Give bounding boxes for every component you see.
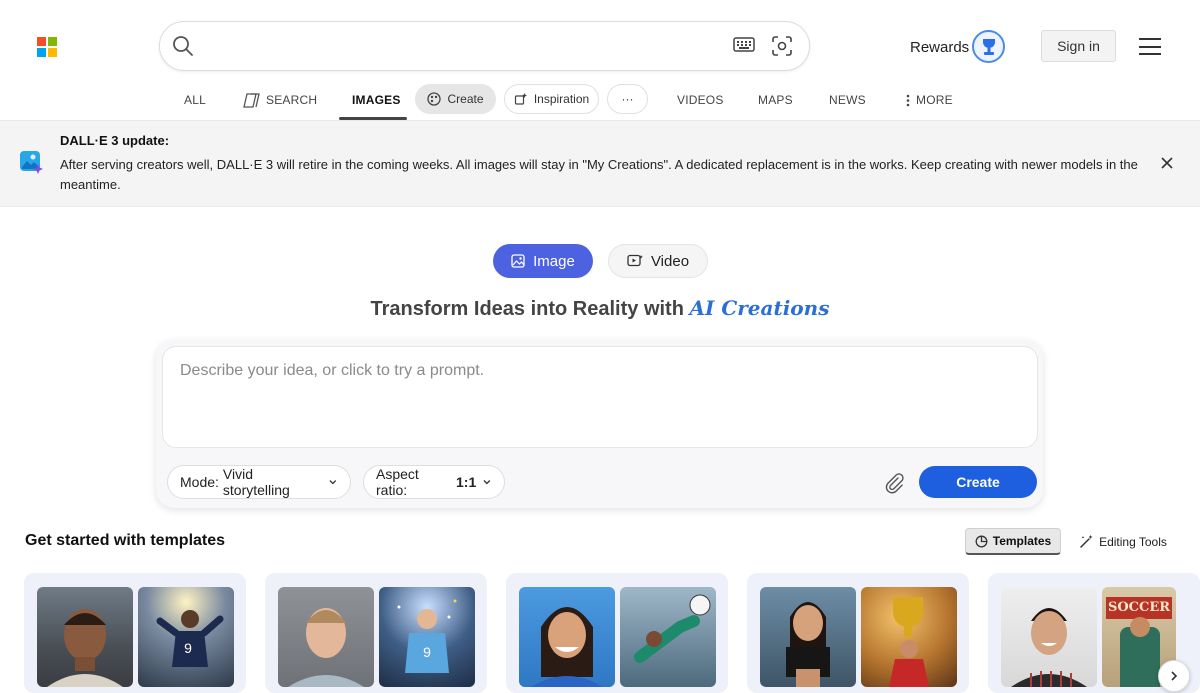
tab-inspiration-label: Inspiration — [533, 92, 590, 106]
logo-yellow-square — [48, 48, 57, 57]
chevron-down-icon — [329, 480, 337, 485]
sign-in-button[interactable]: Sign in — [1041, 30, 1116, 62]
template-thumbnail-athlete — [760, 587, 856, 687]
svg-text:9: 9 — [423, 644, 431, 660]
template-thumbnail-soccer-player: 9 — [138, 587, 234, 687]
trophy-illustration — [889, 597, 929, 687]
template-thumbnail-soccer-player: 9 — [379, 587, 475, 687]
logo-blue-square — [37, 48, 46, 57]
tab-images[interactable]: IMAGES — [352, 92, 401, 108]
templates-button[interactable]: Templates — [965, 528, 1061, 555]
portrait-illustration — [47, 609, 123, 687]
template-thumbnail-portrait — [278, 587, 374, 687]
inspiration-icon — [514, 93, 527, 105]
logo-red-square — [37, 37, 46, 46]
create-button[interactable]: Create — [919, 466, 1037, 498]
copilot-search-icon — [243, 92, 260, 108]
tab-inspiration[interactable]: Inspiration — [504, 84, 599, 114]
portrait-illustration — [288, 608, 364, 687]
visual-search-icon[interactable] — [771, 35, 793, 57]
image-mode-label: Image — [533, 252, 575, 270]
portrait-illustration — [531, 607, 603, 687]
more-options-button[interactable]: ··· — [607, 84, 648, 114]
chevron-down-icon — [483, 480, 491, 485]
mode-label: Mode: — [180, 474, 219, 490]
templates-heading: Get started with templates — [25, 532, 226, 549]
poster-sign: SOCCER — [1106, 597, 1172, 619]
more-dots-icon: ··· — [621, 92, 634, 106]
banner-text: After serving creators well, DALL·E 3 wi… — [60, 157, 1138, 192]
keyboard-icon[interactable] — [733, 36, 755, 54]
headline-main: Transform Ideas into Reality with — [370, 298, 690, 320]
mode-dropdown[interactable]: Mode: Vivid storytelling — [167, 465, 351, 499]
tab-create-label: Create — [447, 92, 484, 106]
tab-images-label: IMAGES — [352, 93, 401, 107]
banner-title: DALL·E 3 update: — [60, 133, 170, 148]
tab-more-label: MORE — [916, 93, 953, 107]
svg-text:9: 9 — [184, 640, 192, 656]
search-input[interactable] — [205, 33, 715, 59]
template-thumbnail-trophy — [861, 587, 957, 687]
editing-tools-label: Editing Tools — [1099, 534, 1167, 549]
template-thumbnail-portrait — [519, 587, 615, 687]
aspect-ratio-dropdown[interactable]: Aspect ratio: 1:1 — [363, 465, 505, 499]
vertical-dots-icon — [906, 94, 910, 106]
magic-wand-icon — [1080, 535, 1093, 548]
trophy-icon — [982, 38, 995, 55]
tab-news-label: NEWS — [829, 93, 866, 107]
carousel-next-button[interactable] — [1158, 660, 1190, 692]
template-card[interactable]: 9 — [24, 573, 246, 693]
rewards-label[interactable]: Rewards — [910, 39, 969, 56]
video-mode-button[interactable]: Video — [608, 244, 708, 278]
headline-accent: AI Creations — [689, 296, 830, 320]
hamburger-menu-icon[interactable] — [1139, 38, 1161, 55]
template-thumbnail-goalkeeper — [620, 587, 716, 687]
tab-more[interactable]: MORE — [906, 92, 953, 108]
aspect-ratio-label: Aspect ratio: — [376, 466, 419, 498]
image-icon — [511, 254, 525, 268]
rewards-medal-icon[interactable] — [972, 30, 1005, 63]
tab-maps-label: MAPS — [758, 93, 793, 107]
template-thumbnail-portrait — [37, 587, 133, 687]
athlete-illustration — [786, 602, 830, 687]
video-icon — [627, 254, 643, 267]
tab-news[interactable]: NEWS — [829, 92, 866, 108]
tab-maps[interactable]: MAPS — [758, 92, 793, 108]
close-icon[interactable] — [1160, 156, 1174, 170]
logo-green-square — [48, 37, 57, 46]
image-mode-button[interactable]: Image — [493, 244, 593, 278]
soccer-player-illustration: 9 — [397, 599, 457, 673]
page-headline: Transform Ideas into Reality with AI Cre… — [0, 296, 1200, 321]
goalkeeper-illustration — [634, 594, 711, 663]
image-creator-icon — [20, 151, 43, 174]
templates-icon — [975, 535, 988, 547]
tab-create[interactable]: Create — [415, 84, 496, 114]
tab-videos[interactable]: VIDEOS — [677, 92, 724, 108]
editing-tools-button[interactable]: Editing Tools — [1076, 528, 1170, 555]
aspect-ratio-value: 1:1 — [456, 474, 477, 490]
soccer-player-illustration: 9 — [156, 610, 224, 667]
template-thumbnail-portrait — [1001, 587, 1097, 687]
tab-videos-label: VIDEOS — [677, 93, 724, 107]
palette-icon — [427, 92, 442, 106]
search-icon[interactable] — [172, 35, 194, 57]
template-card[interactable] — [506, 573, 728, 693]
templates-button-label: Templates — [992, 534, 1052, 548]
attachment-icon[interactable] — [883, 472, 905, 494]
prompt-input[interactable] — [180, 362, 1020, 432]
template-card[interactable] — [747, 573, 969, 693]
video-mode-label: Video — [650, 252, 690, 270]
microsoft-logo[interactable] — [37, 37, 57, 57]
tab-all-label: ALL — [184, 93, 206, 107]
portrait-illustration — [1011, 608, 1087, 687]
tab-search-label: SEARCH — [266, 93, 318, 107]
template-card[interactable]: 9 — [265, 573, 487, 693]
chevron-right-icon — [1171, 671, 1178, 681]
tab-search[interactable]: SEARCH — [243, 92, 317, 108]
mode-value: Vivid storytelling — [222, 466, 290, 498]
tab-all[interactable]: ALL — [184, 92, 206, 108]
